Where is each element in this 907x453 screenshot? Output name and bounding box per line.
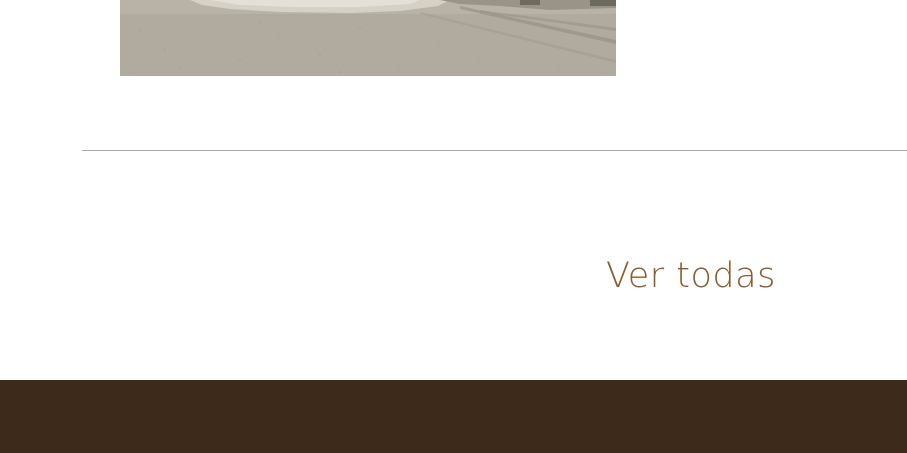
footer-bar — [0, 380, 907, 453]
gallery-photo-image — [120, 0, 616, 76]
gallery-photo[interactable] — [120, 0, 616, 76]
view-all-link[interactable]: Ver todas — [606, 254, 776, 298]
section-divider — [82, 150, 907, 151]
page: Ver todas — [0, 0, 907, 453]
